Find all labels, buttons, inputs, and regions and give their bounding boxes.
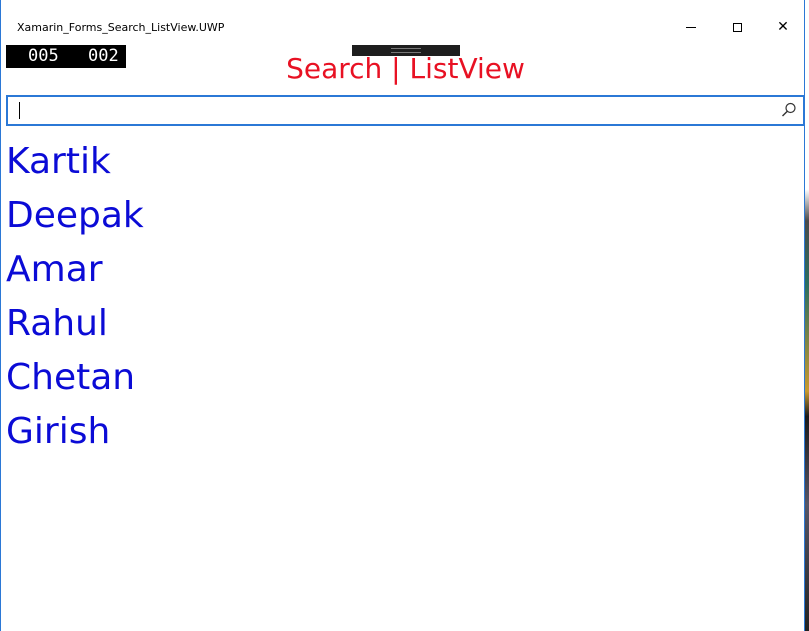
- search-input[interactable]: [16, 99, 780, 124]
- list-item[interactable]: Chetan: [6, 352, 804, 406]
- page-title: Search | ListView: [286, 52, 525, 85]
- list-item[interactable]: Girish: [6, 406, 804, 460]
- list-item[interactable]: Kartik: [6, 136, 804, 190]
- minimize-icon: [686, 26, 696, 28]
- window-title: Xamarin_Forms_Search_ListView.UWP: [17, 21, 225, 34]
- search-icon[interactable]: [780, 101, 798, 119]
- list-item[interactable]: Amar: [6, 244, 804, 298]
- close-button[interactable]: ✕: [760, 12, 806, 42]
- minimize-button[interactable]: [668, 12, 714, 42]
- list-item[interactable]: Deepak: [6, 190, 804, 244]
- close-icon: ✕: [777, 19, 789, 35]
- list-item[interactable]: Rahul: [6, 298, 804, 352]
- title-bar[interactable]: Xamarin_Forms_Search_ListView.UWP ✕: [1, 0, 806, 36]
- text-caret: [19, 102, 20, 119]
- maximize-button[interactable]: [714, 12, 760, 42]
- desktop-background-edge: [805, 0, 809, 631]
- maximize-icon: [732, 22, 742, 32]
- names-list-view[interactable]: Kartik Deepak Amar Rahul Chetan Girish: [6, 136, 804, 460]
- app-window: Xamarin_Forms_Search_ListView.UWP ✕ 005 …: [0, 0, 805, 631]
- search-bar[interactable]: [6, 95, 805, 126]
